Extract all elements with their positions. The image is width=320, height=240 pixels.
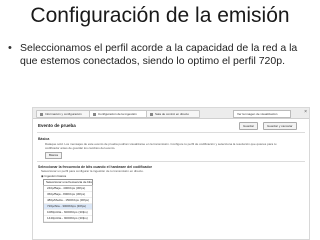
bitrate-options-list: 240p/Baja - 400Kbps (30fps) 360p/Baja - … (43, 185, 93, 223)
tab-info-label: Información y configuración (45, 112, 82, 116)
radio-option[interactable]: ◉ Ingestión básica (41, 174, 66, 178)
tab-control-label: Sala de control en directo (155, 112, 190, 116)
panel-title: Evento de prueba (38, 123, 76, 128)
embedded-screenshot: Información y configuración Configuració… (32, 107, 310, 240)
tab-control-room[interactable]: Sala de control en directo (146, 110, 200, 118)
section-basic-text: Dataque sold. Los mensajes de este event… (45, 142, 277, 150)
save-cancel-button[interactable]: Guardar y cancelar (263, 122, 297, 130)
tab-bar: Información y configuración Configuració… (33, 108, 309, 119)
tab-ingest[interactable]: Configuración de la ingestión (89, 110, 149, 118)
bitrate-option[interactable]: 1440p/Alta - 9000Kbps (30fps) (44, 216, 92, 222)
tab-info[interactable]: Información y configuración (36, 110, 92, 118)
divider (37, 132, 305, 133)
slide-title: Configuración de la emisión (30, 4, 290, 27)
basic-button[interactable]: Básica (45, 152, 63, 159)
tab-ingest-label: Configuración de la ingestión (98, 112, 137, 116)
control-icon (150, 112, 153, 116)
close-icon[interactable]: × (304, 109, 307, 116)
radio-label: Ingestión básica (44, 174, 67, 178)
bullet-item: • Seleccionamos el perfil acorde a la ca… (8, 42, 314, 67)
divider (37, 161, 305, 162)
save-button[interactable]: Guardar (239, 122, 259, 130)
section-bitrate-text: Seleccionar un perfil para configurar la… (41, 169, 144, 173)
settings-icon (93, 112, 96, 116)
bullet-text: Seleccionamos el perfil acorde a la capa… (20, 42, 298, 67)
info-icon (40, 112, 43, 116)
section-basic-label: Básica (38, 137, 50, 141)
preview-button[interactable]: Ver la imagen de visualización (233, 110, 291, 118)
bullet-icon: • (8, 42, 12, 54)
